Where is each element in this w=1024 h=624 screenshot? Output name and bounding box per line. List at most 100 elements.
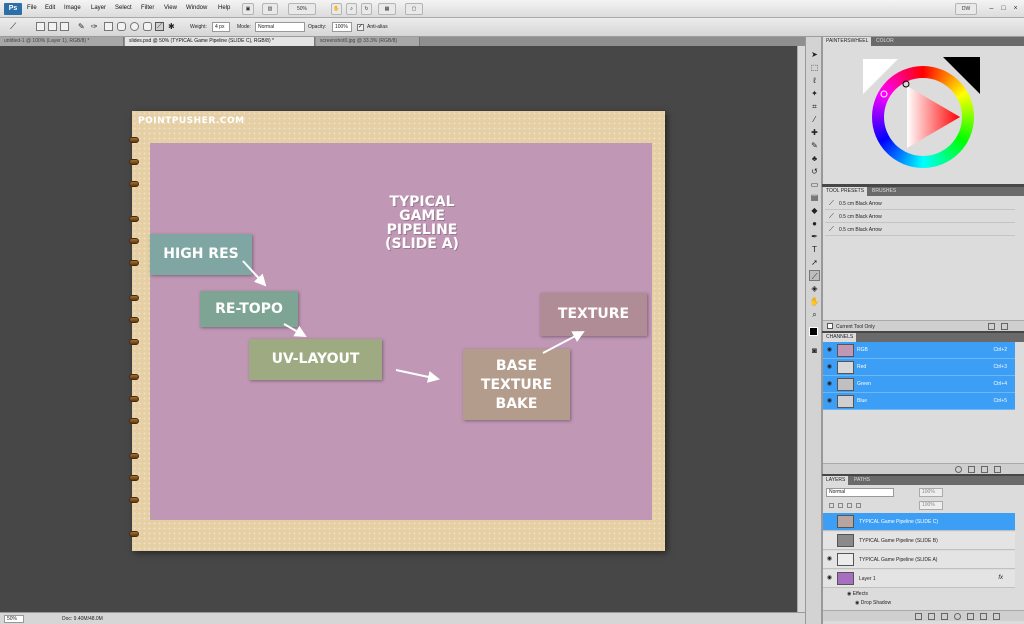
new-preset-icon[interactable] (988, 323, 995, 330)
custom-shape-icon[interactable]: ✱ (168, 22, 177, 31)
lock-position-icon[interactable] (847, 503, 852, 508)
history-brush-icon[interactable]: ↺ (809, 166, 820, 177)
menu-image[interactable]: Image (64, 5, 81, 11)
brush-tool-icon[interactable]: ✎ (809, 140, 820, 151)
canvas-area[interactable]: POINTPUSHER.COM TYPICAL GAME PIPELINE (S… (0, 46, 797, 612)
blend-mode-select[interactable]: Normal (826, 488, 894, 497)
layer-row[interactable]: ◉ TYPICAL Game Pipeline (SLIDE A) (823, 551, 1015, 569)
menu-file[interactable]: File (27, 5, 37, 11)
menu-edit[interactable]: Edit (45, 5, 55, 11)
dodge-icon[interactable]: ● (809, 218, 820, 229)
vertical-scrollbar[interactable] (797, 46, 805, 612)
eye-icon[interactable]: ◉ (826, 381, 833, 388)
tab-channels[interactable]: CHANNELS (823, 333, 857, 342)
workspace-switcher[interactable]: DW (955, 3, 977, 15)
freeform-pen-icon[interactable]: ✑ (91, 22, 100, 31)
tab-paths[interactable]: PATHS (851, 476, 873, 485)
menu-view[interactable]: View (164, 5, 177, 11)
tab-screenshot[interactable]: screenshot0.jpg @ 33.3% (RGB/8) (316, 37, 420, 46)
pen-icon[interactable]: ✎ (78, 22, 87, 31)
tab-untitled[interactable]: untitled-1 @ 100% (Layer 1), RGB/8) * (0, 37, 124, 46)
tab-slides[interactable]: slides.psd @ 50% (TYPICAL Game Pipeline … (125, 37, 315, 46)
eye-icon[interactable]: ◉ (826, 398, 833, 405)
lock-pixels-icon[interactable] (838, 503, 843, 508)
line-tool-icon[interactable]: ⟋ (809, 270, 820, 281)
minimize-icon[interactable]: – (987, 4, 996, 13)
opacity-field[interactable]: 100% (919, 488, 943, 497)
polygon-icon[interactable] (143, 22, 152, 31)
opacity-field[interactable]: 100% (332, 22, 352, 32)
screen-mode-button[interactable]: ▢ (405, 3, 423, 15)
preset-row[interactable]: ⟋ 0.5 cm Black Arrow (825, 198, 1015, 210)
crop-tool-icon[interactable]: ⌗ (809, 101, 820, 112)
foreground-color[interactable] (809, 327, 818, 336)
load-selection-icon[interactable] (955, 466, 962, 473)
marquee-tool-icon[interactable]: ⬚ (809, 62, 820, 73)
zoom-level-select[interactable]: 50% (288, 3, 316, 15)
eye-icon[interactable]: ◉ (826, 364, 833, 371)
eye-icon[interactable]: ◉ (826, 347, 833, 354)
trash-icon[interactable] (993, 613, 1000, 620)
new-group-icon[interactable] (967, 613, 974, 620)
channel-row-rgb[interactable]: ◉ RGB Ctrl+2 (823, 342, 1015, 359)
menu-select[interactable]: Select (115, 5, 132, 11)
lock-transparency-icon[interactable] (829, 503, 834, 508)
magic-wand-icon[interactable]: ✦ (809, 88, 820, 99)
maximize-icon[interactable]: □ (999, 4, 1008, 13)
lock-all-icon[interactable] (856, 503, 861, 508)
fill-pixels-icon[interactable] (60, 22, 69, 31)
zoom-tool-button[interactable]: ⌕ (346, 3, 357, 15)
tab-layers[interactable]: LAYERS (823, 476, 849, 485)
save-selection-icon[interactable] (968, 466, 975, 473)
channel-row-red[interactable]: ◉ Red Ctrl+3 (823, 359, 1015, 376)
move-tool-icon[interactable]: ➤ (809, 49, 820, 60)
healing-brush-icon[interactable]: ✚ (809, 127, 820, 138)
line-tool-icon[interactable]: ⟋ (10, 22, 19, 31)
line-shape-icon[interactable]: ⟋ (155, 22, 164, 31)
menu-help[interactable]: Help (218, 5, 230, 11)
hand-tool-icon[interactable]: ✋ (809, 296, 820, 307)
mode-select[interactable]: Normal (255, 22, 305, 32)
clone-stamp-icon[interactable]: ♣ (809, 153, 820, 164)
tab-color[interactable]: COLOR (873, 37, 897, 46)
rounded-rectangle-icon[interactable] (117, 22, 126, 31)
shape-layers-icon[interactable] (36, 22, 45, 31)
bridge-button[interactable]: ▣ (242, 3, 254, 15)
trash-icon[interactable] (1001, 323, 1008, 330)
eye-icon[interactable]: ◉ (826, 575, 833, 582)
3d-tool-icon[interactable]: ◈ (809, 283, 820, 294)
lasso-tool-icon[interactable]: ℓ (809, 75, 820, 86)
link-layers-icon[interactable] (915, 613, 922, 620)
type-tool-icon[interactable]: T (809, 244, 820, 255)
tab-brushes[interactable]: BRUSHES (869, 187, 899, 196)
zoom-field[interactable]: 50% (4, 615, 24, 623)
preset-row[interactable]: ⟋ 0.5 cm Black Arrow (825, 224, 1015, 236)
hand-tool-button[interactable]: ✋ (331, 3, 342, 15)
channel-row-blue[interactable]: ◉ Blue Ctrl+5 (823, 393, 1015, 410)
layer-mask-icon[interactable] (941, 613, 948, 620)
fx-icon[interactable]: fx (998, 575, 1003, 581)
menu-filter[interactable]: Filter (141, 5, 154, 11)
layer-row[interactable]: ◉ Layer 1 fx (823, 570, 1015, 588)
preset-row[interactable]: ⟋ 0.5 cm Black Arrow (825, 211, 1015, 223)
tab-tool-presets[interactable]: TOOL PRESETS (823, 187, 868, 196)
zoom-tool-icon[interactable]: ⌕ (809, 309, 820, 320)
view-extras-button[interactable]: ▥ (262, 3, 278, 15)
layer-row[interactable]: TYPICAL Game Pipeline (SLIDE C) (823, 513, 1015, 531)
new-channel-icon[interactable] (981, 466, 988, 473)
path-select-icon[interactable]: ➚ (809, 257, 820, 268)
quick-mask-icon[interactable]: ◙ (809, 345, 820, 356)
channel-row-green[interactable]: ◉ Green Ctrl+4 (823, 376, 1015, 393)
rotate-view-button[interactable]: ↻ (361, 3, 372, 15)
ellipse-icon[interactable] (130, 22, 139, 31)
gradient-icon[interactable]: ▤ (809, 192, 820, 203)
weight-field[interactable]: 4 px (212, 22, 230, 32)
new-layer-icon[interactable] (980, 613, 987, 620)
pen-tool-icon[interactable]: ✒ (809, 231, 820, 242)
menu-window[interactable]: Window (186, 5, 207, 11)
arrange-documents-button[interactable]: ▦ (378, 3, 396, 15)
eye-icon[interactable] (826, 537, 833, 544)
paths-icon[interactable] (48, 22, 57, 31)
saturation-triangle[interactable] (872, 66, 974, 168)
menu-layer[interactable]: Layer (91, 5, 106, 11)
